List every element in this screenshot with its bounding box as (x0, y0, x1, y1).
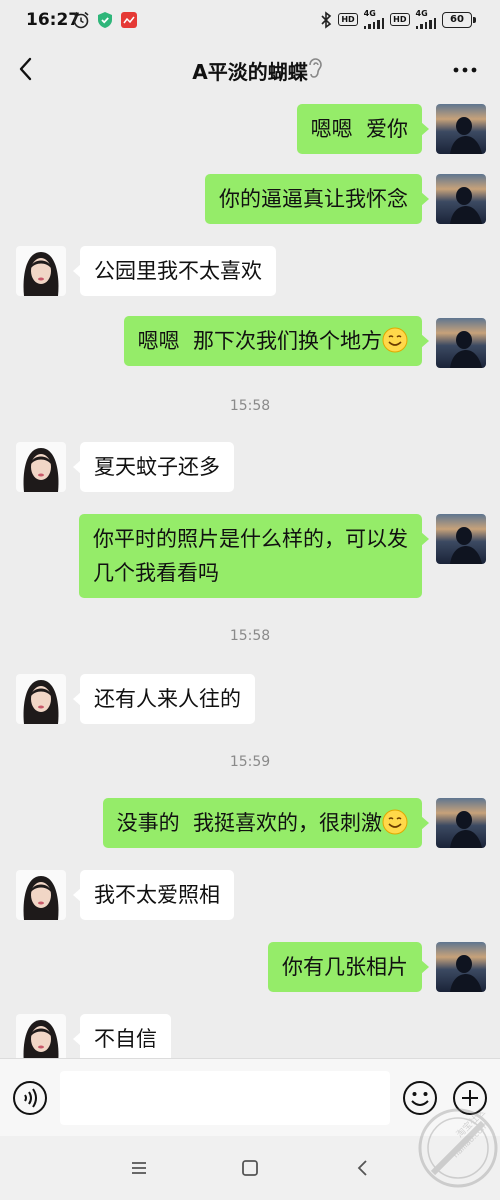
message-text: 我不太爱照相 (94, 883, 220, 907)
message-row: 没事的 我挺喜欢的，很刺激 (0, 798, 500, 854)
incoming-message-bubble[interactable]: 我不太爱照相 (73, 870, 234, 920)
message-text: 还有人来人往的 (94, 687, 241, 711)
contact-avatar[interactable] (16, 870, 66, 920)
message-text: 不自信 (94, 1027, 157, 1051)
message-text: 没事的 我挺喜欢的，很刺激 (116, 811, 382, 835)
outgoing-message-bubble[interactable]: 嗯嗯 那下次我们换个地方 (123, 316, 430, 366)
message-row: 你平时的照片是什么样的，可以发 几个我看看吗 (0, 512, 500, 604)
hd-badge: HD (338, 13, 358, 26)
signal-icon-2 (415, 18, 436, 29)
my-avatar[interactable] (436, 798, 486, 848)
battery-indicator: 60 (442, 11, 476, 28)
bluetooth-icon (321, 10, 332, 29)
message-timestamp: 15:58 (229, 398, 271, 414)
signal-group-1: 4G (363, 9, 385, 29)
network-type-2: 4G (415, 9, 428, 18)
message-row: 嗯嗯 那下次我们换个地方 (0, 316, 500, 372)
more-functions-plus-icon[interactable] (452, 1080, 488, 1116)
incoming-message-bubble[interactable]: 还有人来人往的 (73, 674, 255, 724)
home-nav-icon[interactable] (238, 1156, 262, 1180)
outgoing-message-bubble[interactable]: 你有几张相片 (268, 942, 429, 992)
incoming-message-bubble[interactable]: 公园里我不太喜欢 (73, 246, 276, 296)
incoming-message-bubble[interactable]: 不自信 (73, 1014, 171, 1058)
message-row: 你的逼逼真让我怀念 (0, 172, 500, 228)
message-row: 夏天蚊子还多 (0, 440, 500, 496)
message-timestamp: 15:59 (229, 754, 271, 770)
smile-emoji-icon (382, 327, 408, 353)
my-avatar[interactable] (436, 318, 486, 368)
message-row: 我不太爱照相 (0, 868, 500, 924)
my-avatar[interactable] (436, 514, 486, 564)
ear-mode-icon (309, 58, 322, 78)
message-text: 嗯嗯 爱你 (310, 117, 408, 141)
message-text: 你有几张相片 (282, 955, 408, 979)
incoming-message-bubble[interactable]: 夏天蚊子还多 (73, 442, 234, 492)
signal-group-2: 4G (415, 9, 436, 29)
app-notification-icon (121, 12, 137, 28)
message-text: 你平时的照片是什么样的，可以发 几个我看看吗 (93, 527, 408, 585)
menu-nav-icon[interactable] (127, 1156, 151, 1180)
outgoing-message-bubble[interactable]: 你平时的照片是什么样的，可以发 几个我看看吗 (79, 514, 429, 598)
contact-avatar[interactable] (16, 1014, 66, 1058)
status-right-icons: HD 4G HD 4G 60 (320, 9, 476, 29)
chat-title: A平淡的蝴蝶 (192, 60, 308, 84)
message-row: 还有人来人往的 (0, 672, 500, 728)
message-text: 公园里我不太喜欢 (94, 259, 262, 283)
outgoing-message-bubble[interactable]: 嗯嗯 爱你 (296, 104, 430, 154)
more-options-icon[interactable] (452, 60, 478, 80)
message-text: 夏天蚊子还多 (94, 455, 220, 479)
contact-avatar[interactable] (16, 674, 66, 724)
message-text: 你的逼逼真让我怀念 (219, 187, 408, 211)
hd-badge-2: HD (390, 13, 410, 26)
message-row: 公园里我不太喜欢 (0, 244, 500, 300)
message-row: 不自信 (0, 1012, 500, 1058)
contact-avatar[interactable] (16, 246, 66, 296)
outgoing-message-bubble[interactable]: 没事的 我挺喜欢的，很刺激 (102, 798, 430, 848)
voice-input-icon[interactable] (12, 1080, 48, 1116)
chat-input-bar (0, 1058, 500, 1136)
shield-icon (98, 12, 112, 28)
emoji-picker-icon[interactable] (402, 1080, 438, 1116)
message-input-field[interactable] (60, 1071, 390, 1125)
network-type-1: 4G (363, 9, 376, 18)
status-bar: 16:27 HD 4G HD 4G 60 (0, 0, 500, 42)
smile-emoji-icon (382, 809, 408, 835)
my-avatar[interactable] (436, 174, 486, 224)
signal-icon (363, 18, 385, 29)
alarm-icon (73, 11, 89, 29)
my-avatar[interactable] (436, 104, 486, 154)
chat-header: A平淡的蝴蝶 (0, 42, 500, 98)
system-navigation-bar (0, 1136, 500, 1200)
message-row: 嗯嗯 爱你 (0, 102, 500, 158)
contact-avatar[interactable] (16, 442, 66, 492)
my-avatar[interactable] (436, 942, 486, 992)
back-nav-icon[interactable] (351, 1156, 375, 1180)
outgoing-message-bubble[interactable]: 你的逼逼真让我怀念 (205, 174, 429, 224)
message-row: 你有几张相片 (0, 940, 500, 996)
message-text: 嗯嗯 那下次我们换个地方 (137, 329, 382, 353)
message-timestamp: 15:58 (229, 628, 271, 644)
